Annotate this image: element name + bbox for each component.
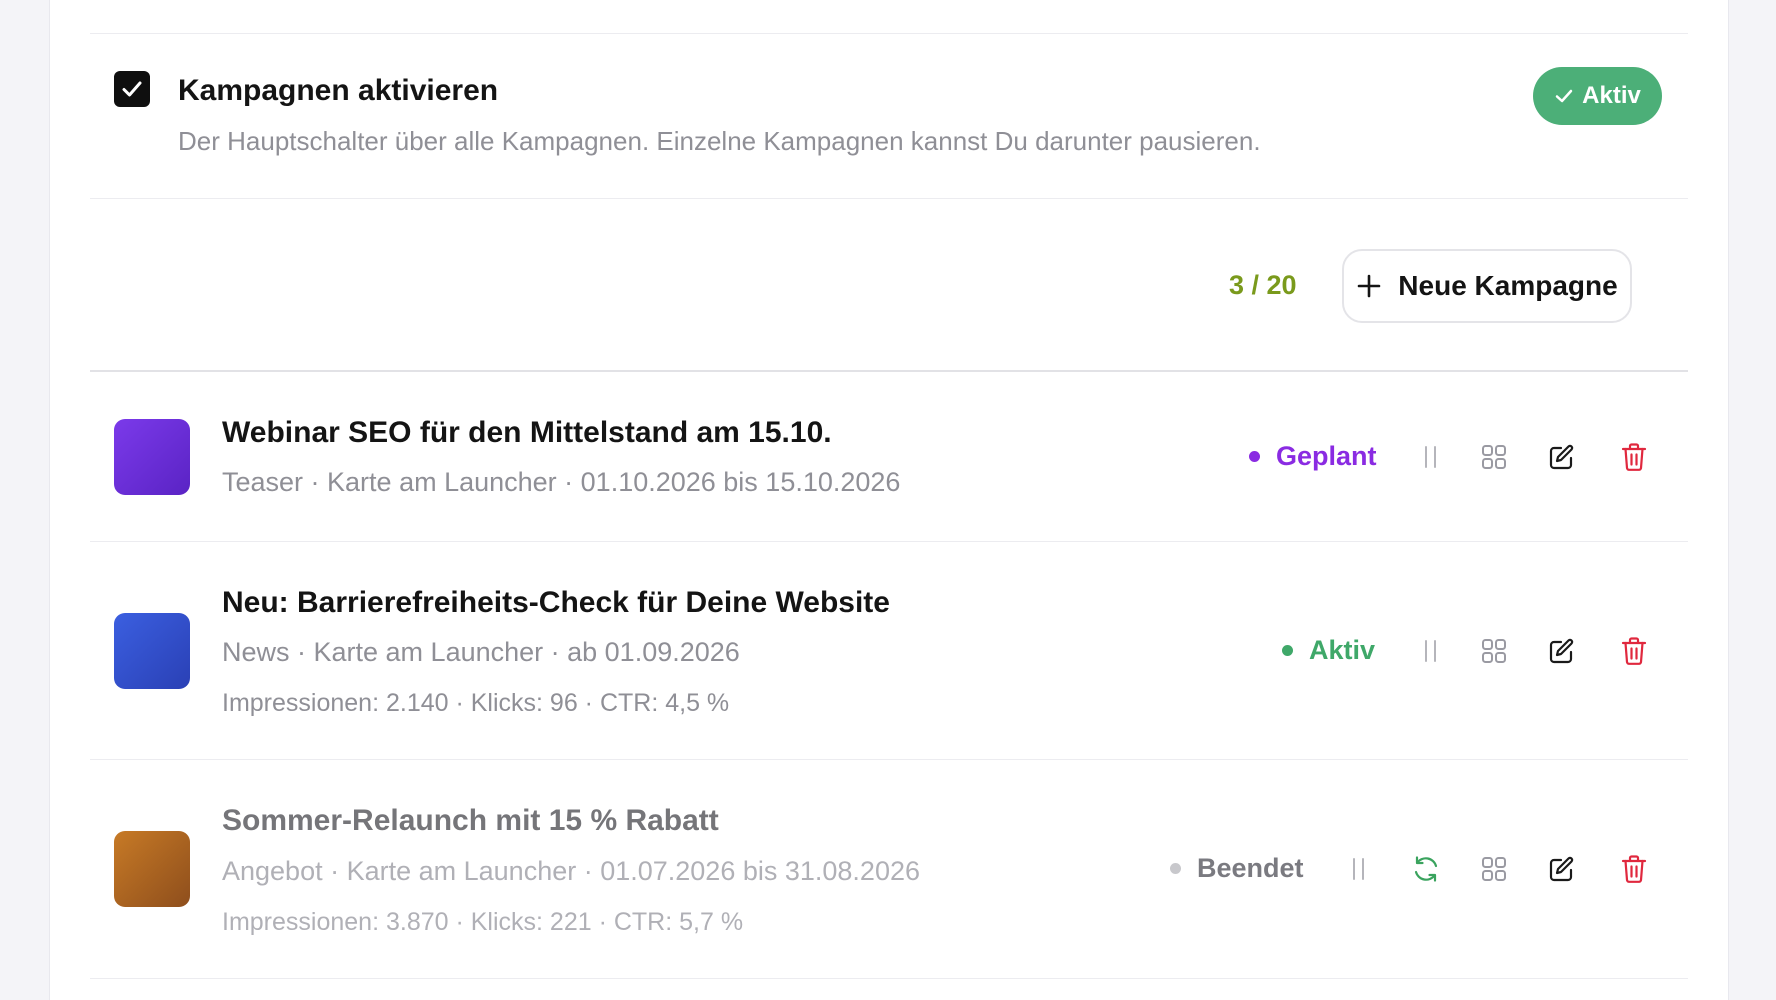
pause-button[interactable] xyxy=(1410,437,1450,477)
plus-icon xyxy=(1357,274,1381,298)
campaign-title: Webinar SEO für den Mittelstand am 15.10… xyxy=(222,416,832,449)
campaign-thumbnail xyxy=(114,419,190,495)
details-button[interactable] xyxy=(1474,437,1514,477)
edit-button[interactable] xyxy=(1542,437,1582,477)
status-label: Beendet xyxy=(1197,853,1304,883)
restart-button[interactable] xyxy=(1406,849,1446,889)
divider xyxy=(90,198,1688,199)
master-description: Der Hauptschalter über alle Kampagnen. E… xyxy=(178,126,1261,156)
campaign-panel: Kampagnen aktivieren Der Hauptschalter ü… xyxy=(49,0,1729,1000)
trash-icon xyxy=(1621,637,1647,665)
campaign-meta: News · Karte am Launcher · ab 01.09.2026 xyxy=(222,637,740,667)
delete-button[interactable] xyxy=(1614,849,1654,889)
edit-button[interactable] xyxy=(1542,631,1582,671)
delete-button[interactable] xyxy=(1614,437,1654,477)
divider xyxy=(90,541,1688,542)
new-campaign-label: Neue Kampagne xyxy=(1398,270,1618,301)
check-icon xyxy=(1555,89,1573,103)
campaign-thumbnail xyxy=(114,613,190,689)
details-button[interactable] xyxy=(1474,849,1514,889)
status-dot xyxy=(1170,863,1181,874)
divider xyxy=(90,759,1688,760)
checkmark-icon xyxy=(122,81,142,97)
master-checkbox[interactable] xyxy=(114,71,150,107)
pause-button[interactable] xyxy=(1338,849,1378,889)
edit-icon xyxy=(1549,444,1574,470)
trash-icon xyxy=(1621,855,1647,883)
master-status-toggle[interactable]: Aktiv xyxy=(1533,67,1662,125)
edit-icon xyxy=(1549,856,1574,882)
campaign-status: Aktiv xyxy=(1282,635,1375,666)
divider xyxy=(90,978,1688,979)
campaign-counter: 3 / 20 xyxy=(1229,270,1297,300)
master-status-label: Aktiv xyxy=(1582,82,1641,109)
edit-button[interactable] xyxy=(1542,849,1582,889)
status-dot xyxy=(1249,451,1260,462)
status-label: Aktiv xyxy=(1309,635,1376,665)
status-label: Geplant xyxy=(1276,441,1377,471)
edit-icon xyxy=(1549,638,1574,664)
divider xyxy=(90,370,1688,372)
grid-icon xyxy=(1482,639,1506,663)
pause-icon xyxy=(1424,446,1436,468)
pause-icon xyxy=(1352,858,1364,880)
pause-icon xyxy=(1424,640,1436,662)
campaign-title: Neu: Barrierefreiheits-Check für Deine W… xyxy=(222,586,890,619)
campaign-meta: Teaser · Karte am Launcher · 01.10.2026 … xyxy=(222,467,901,497)
master-title: Kampagnen aktivieren xyxy=(178,74,499,107)
campaign-status: Beendet xyxy=(1170,853,1304,884)
trash-icon xyxy=(1621,443,1647,471)
campaign-title: Sommer-Relaunch mit 15 % Rabatt xyxy=(222,804,719,837)
campaign-thumbnail xyxy=(114,831,190,907)
campaign-stats: Impressionen: 2.140 · Klicks: 96 · CTR: … xyxy=(222,689,730,717)
grid-icon xyxy=(1482,445,1506,469)
campaign-status: Geplant xyxy=(1249,441,1377,472)
status-dot xyxy=(1282,645,1293,656)
delete-button[interactable] xyxy=(1614,631,1654,671)
grid-icon xyxy=(1482,857,1506,881)
new-campaign-button[interactable]: Neue Kampagne xyxy=(1342,249,1632,323)
campaign-meta: Angebot · Karte am Launcher · 01.07.2026… xyxy=(222,856,920,886)
details-button[interactable] xyxy=(1474,631,1514,671)
campaign-stats: Impressionen: 3.870 · Klicks: 221 · CTR:… xyxy=(222,908,744,936)
pause-button[interactable] xyxy=(1410,631,1450,671)
divider xyxy=(90,33,1688,34)
refresh-icon xyxy=(1414,856,1438,882)
